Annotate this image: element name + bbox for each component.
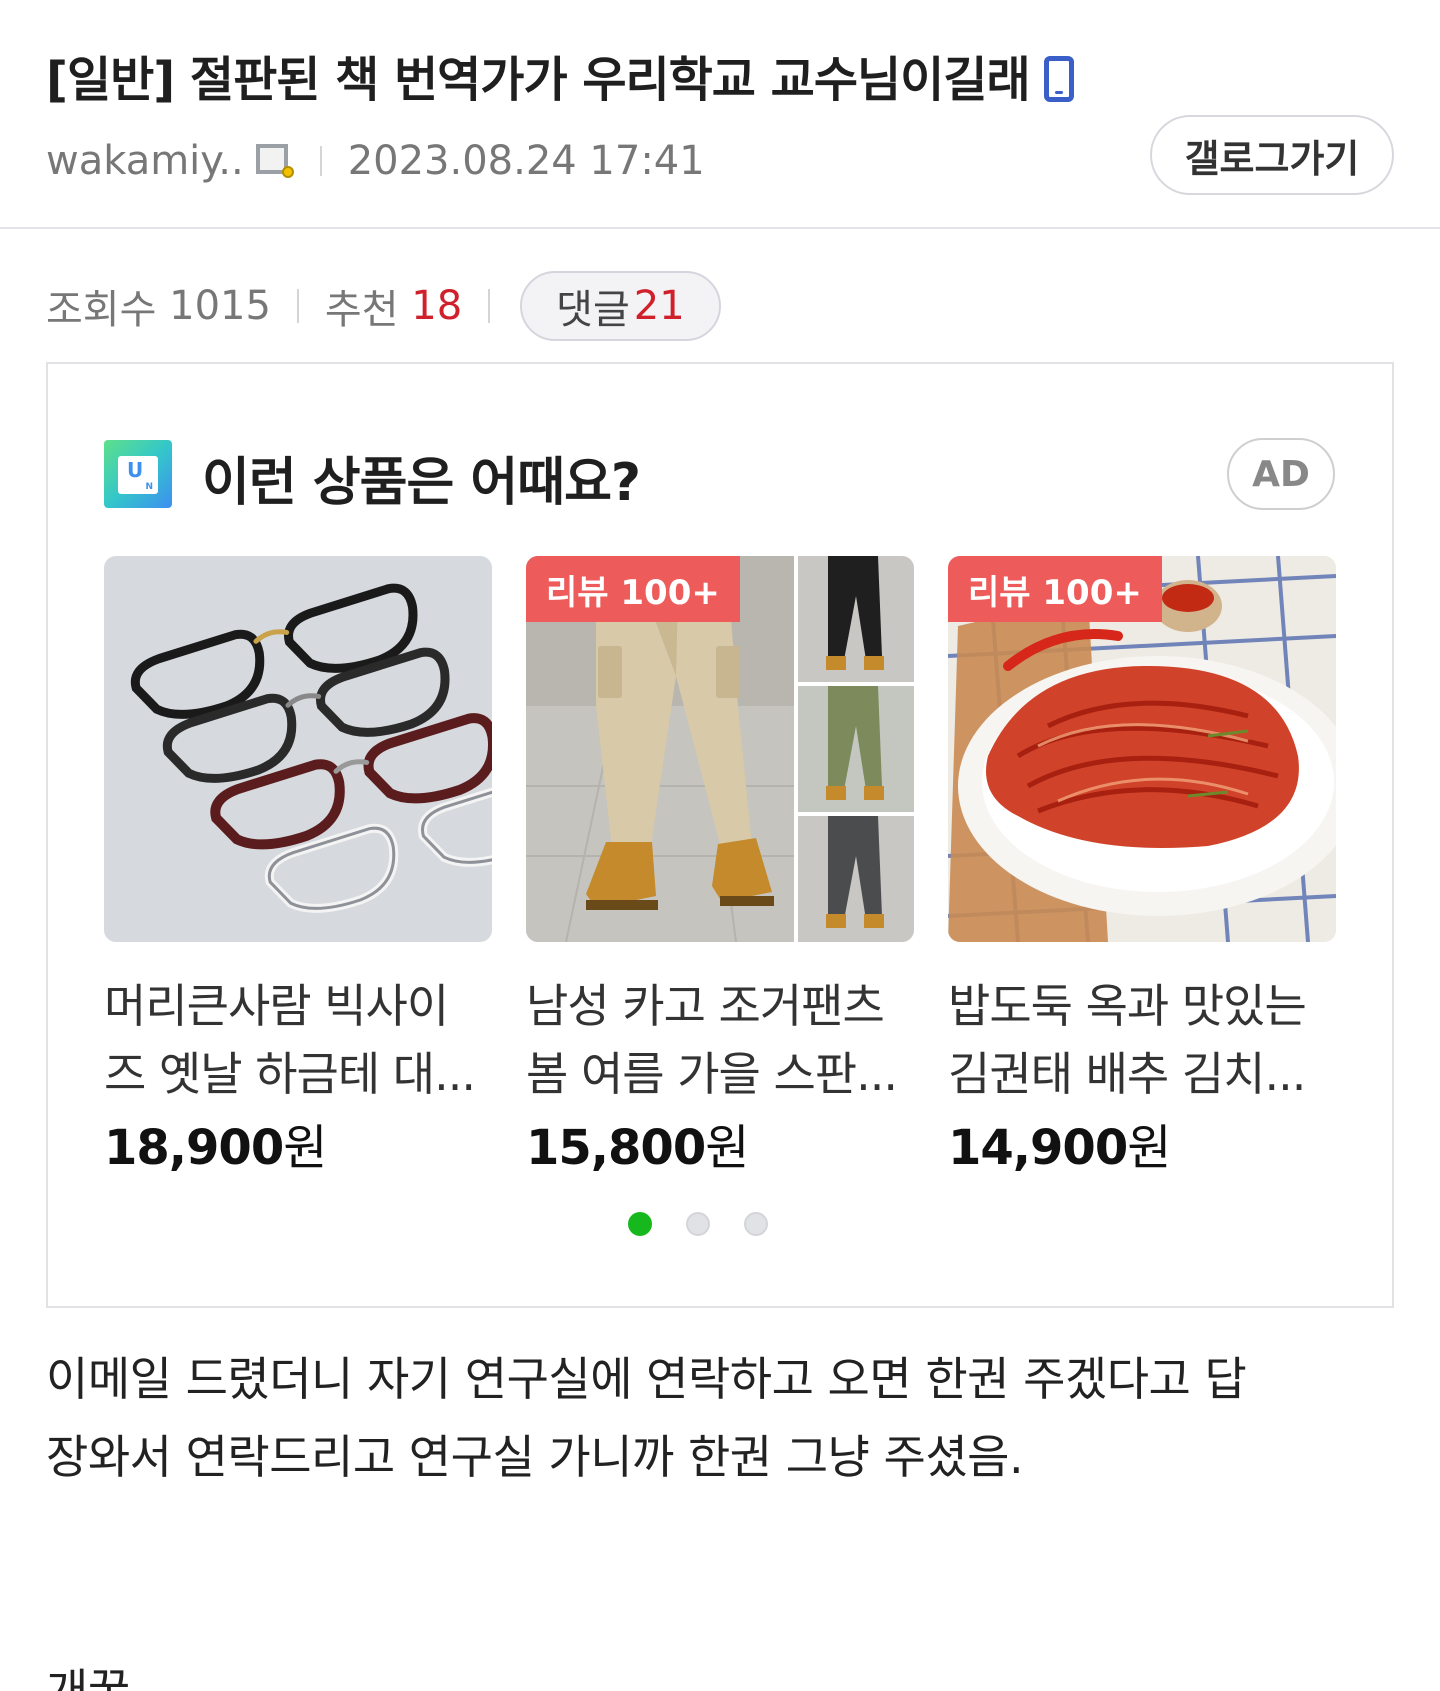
gallog-button[interactable]: 갤로그가기 <box>1150 115 1394 195</box>
divider <box>296 289 299 323</box>
post-title-text: [일반] 절판된 책 번역가가 우리학교 교수님이길래 <box>46 52 1031 108</box>
product-price: 18,900원 <box>104 1108 492 1178</box>
product-image-cargo-pants[interactable]: 리뷰 100+ <box>526 556 914 942</box>
product-name-line: 남성 카고 조거팬츠 <box>526 979 885 1033</box>
review-count-badge: 리뷰 100+ <box>526 556 740 622</box>
product-image-glasses[interactable] <box>104 556 492 942</box>
product-name-line: 머리큰사람 빅사이 <box>104 979 449 1033</box>
mobile-phone-icon <box>1043 56 1074 102</box>
recommend-label: 추천 <box>324 287 399 333</box>
product-name[interactable]: 머리큰사람 빅사이 즈 옛날 하금테 대... <box>104 972 492 1108</box>
product-name[interactable]: 남성 카고 조거팬츠 봄 여름 가을 스판... <box>526 972 914 1108</box>
carousel-pager <box>48 1212 1392 1236</box>
ad-badge[interactable]: AD <box>1227 438 1335 510</box>
author-nickname[interactable]: wakamiy.. <box>46 138 244 184</box>
post-header: [일반] 절판된 책 번역가가 우리학교 교수님이길래 wakamiy.. 20… <box>0 0 1440 229</box>
content-paragraph: 이메일 드렸더니 자기 연구실에 연락하고 오면 한권 주겠다고 답 <box>46 1352 1247 1406</box>
divider <box>488 289 491 323</box>
post-meta: wakamiy.. 2023.08.24 17:41 <box>46 133 705 189</box>
views-label: 조회수 <box>46 287 157 333</box>
product-card-cargo-pants[interactable]: 리뷰 100+ 남성 카고 조거팬츠 봄 여름 가을 스판... 15,800원 <box>526 556 914 1178</box>
shopping-bag-logo-icon <box>104 440 172 508</box>
product-name-line: 즈 옛날 하금테 대... <box>104 1047 476 1101</box>
pager-dot-2[interactable] <box>686 1212 710 1236</box>
price-unit: 원 <box>283 1120 327 1176</box>
product-card-glasses[interactable]: 머리큰사람 빅사이 즈 옛날 하금테 대... 18,900원 <box>104 556 492 1178</box>
post-content: 이메일 드렸더니 자기 연구실에 연락하고 오면 한권 주겠다고 답 장와서 연… <box>46 1340 1406 1691</box>
divider <box>319 146 322 176</box>
content-paragraph: 장와서 연락드리고 연구실 가니까 한권 그냥 주셨음. <box>46 1430 1024 1484</box>
fixed-nick-icon <box>255 144 294 178</box>
glasses-illustration <box>130 583 492 913</box>
product-name[interactable]: 밥도둑 옥과 맛있는 김권태 배추 김치... <box>948 972 1336 1108</box>
pager-dot-1[interactable] <box>628 1212 652 1236</box>
product-price: 15,800원 <box>526 1108 914 1178</box>
post-stats: 조회수 1015 추천 18 댓글 21 <box>46 271 721 341</box>
post-title: [일반] 절판된 책 번역가가 우리학교 교수님이길래 <box>46 40 1074 110</box>
ad-heading: 이런 상품은 어때요? <box>202 453 641 513</box>
post-datetime: 2023.08.24 17:41 <box>347 138 705 184</box>
views-count: 1015 <box>169 283 271 329</box>
review-count-badge: 리뷰 100+ <box>948 556 1162 622</box>
price-value: 14,900 <box>948 1120 1128 1176</box>
product-ad-box: 이런 상품은 어때요? AD <box>46 362 1394 1308</box>
pager-dot-3[interactable] <box>744 1212 768 1236</box>
price-value: 15,800 <box>526 1120 706 1176</box>
comments-button[interactable]: 댓글 21 <box>520 271 721 341</box>
product-price: 14,900원 <box>948 1108 1336 1178</box>
product-name-line: 봄 여름 가을 스판... <box>526 1047 898 1101</box>
product-image-kimchi[interactable]: 리뷰 100+ <box>948 556 1336 942</box>
comments-count: 21 <box>633 283 685 329</box>
recommend-count: 18 <box>411 283 463 329</box>
product-card-kimchi[interactable]: 리뷰 100+ 밥도둑 옥과 맛있는 김권태 배추 김치... 14,900원 <box>948 556 1336 1178</box>
price-unit: 원 <box>1127 1120 1171 1176</box>
content-paragraph: 개꿀 <box>46 1664 130 1691</box>
comments-label: 댓글 <box>556 287 630 333</box>
price-value: 18,900 <box>104 1120 284 1176</box>
product-name-line: 김권태 배추 김치... <box>948 1047 1306 1101</box>
product-name-line: 밥도둑 옥과 맛있는 <box>948 979 1307 1033</box>
price-unit: 원 <box>705 1120 749 1176</box>
